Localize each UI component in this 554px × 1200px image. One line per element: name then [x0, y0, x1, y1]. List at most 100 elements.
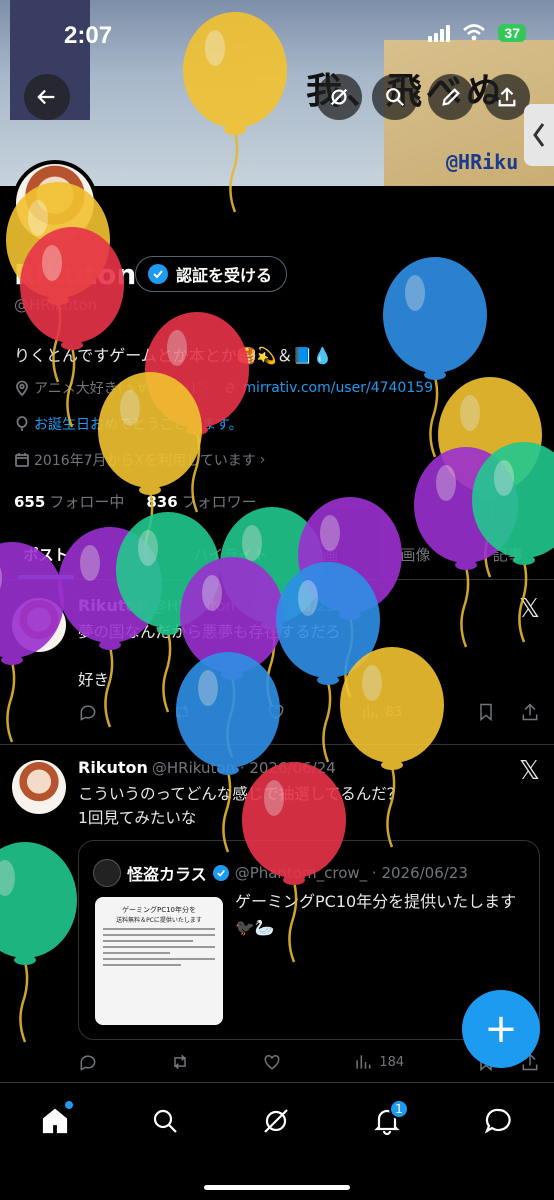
- post-avatar[interactable]: [12, 598, 66, 652]
- verified-badge-icon: [212, 865, 229, 881]
- views-button[interactable]: 184: [353, 1052, 404, 1072]
- post-meta: @HRikuton · 2026/06/25: [151, 597, 336, 615]
- following-label: フォロー中: [49, 493, 125, 511]
- follow-stats: 655 フォロー中 836 フォロワー: [14, 491, 257, 512]
- edit-button[interactable]: [428, 74, 474, 120]
- chevron-left-icon: [533, 123, 545, 147]
- post-actions: 83: [78, 702, 540, 722]
- status-time: 2:07: [64, 22, 113, 49]
- balloon: [340, 647, 444, 848]
- tab-replies[interactable]: 返信: [92, 530, 184, 579]
- quote-image-title: ゲーミングPC10年分を: [121, 906, 197, 914]
- post-text-line1: 夢の国なんだから悪夢も存在するだろ: [78, 623, 341, 641]
- verify-label: 認証を受ける: [176, 266, 273, 285]
- reply-button[interactable]: [78, 1052, 98, 1072]
- calendar-icon: [15, 453, 29, 467]
- quote-text: ゲーミングPC10年分を提供いたします🐦‍⬛🦢: [235, 892, 517, 937]
- views-button[interactable]: 83: [360, 702, 403, 722]
- new-posts-dot: [65, 1101, 73, 1109]
- profile-tabs: ポスト 返信 ハイライト 動画 画像 記事: [0, 530, 554, 580]
- nav-home[interactable]: [33, 1099, 77, 1143]
- search-button[interactable]: [372, 74, 418, 120]
- quote-header: 怪盗カラス @Phantom_crow_ · 2026/06/23: [93, 859, 468, 887]
- chart-icon: [362, 705, 377, 719]
- joined-row[interactable]: 2016年7月からXを利用しています ›: [14, 450, 265, 470]
- following-count: 655: [14, 493, 46, 511]
- grok-button[interactable]: [316, 74, 362, 120]
- post-author[interactable]: Rikuton: [78, 596, 148, 615]
- location-icon: [16, 380, 28, 396]
- wifi-icon: [463, 24, 486, 41]
- reply-icon: [80, 705, 96, 721]
- tab-videos[interactable]: 動画: [277, 530, 369, 579]
- banner-handle: @HRiku: [446, 150, 519, 174]
- reply-icon: [80, 1055, 96, 1071]
- repost-icon: [174, 1054, 186, 1070]
- back-button[interactable]: [24, 74, 70, 120]
- post-divider: [0, 744, 554, 745]
- repost-icon: [176, 704, 188, 720]
- balloon: [383, 257, 487, 458]
- chat-bubble-icon: [484, 1108, 511, 1134]
- notification-badge: 1: [389, 1099, 409, 1119]
- post-text-line2: 好き: [78, 671, 110, 689]
- nav-grok[interactable]: [254, 1099, 298, 1143]
- balloon: [180, 557, 284, 758]
- followers-link[interactable]: 836 フォロワー: [146, 491, 256, 512]
- tab-articles[interactable]: 記事: [462, 530, 554, 579]
- quote-image-subtitle: 送料無料＆PCに提供いたします: [116, 917, 202, 924]
- nav-search[interactable]: [143, 1099, 187, 1143]
- views-count: 184: [379, 1054, 405, 1070]
- search-icon: [386, 88, 405, 107]
- bookmark-icon[interactable]: [476, 702, 496, 722]
- x-logo-icon[interactable]: 𝕏: [519, 756, 540, 786]
- profile-name: Rikuton: [14, 258, 137, 291]
- profile-website-link[interactable]: mirrativ.com/user/4740159: [242, 380, 433, 396]
- heart-icon: [268, 704, 284, 720]
- tab-images[interactable]: 画像: [369, 530, 461, 579]
- nav-notifications[interactable]: 1: [365, 1099, 409, 1143]
- quote-image[interactable]: ゲーミングPC10年分を 送料無料＆PCに提供いたします: [95, 897, 223, 1025]
- post-meta: @HRikuton · 2026/06/24: [151, 759, 336, 777]
- grok-icon: [264, 1109, 288, 1133]
- tab-posts[interactable]: ポスト: [0, 530, 92, 579]
- views-count: 83: [385, 704, 403, 720]
- share-icon: [498, 87, 516, 107]
- share-icon[interactable]: [520, 702, 540, 722]
- balloon: [0, 842, 77, 1043]
- followers-count: 836: [146, 493, 178, 511]
- verified-badge-icon: [148, 264, 168, 284]
- like-button[interactable]: [266, 702, 286, 722]
- repost-button[interactable]: [170, 1052, 190, 1072]
- side-panel-handle[interactable]: [524, 104, 554, 166]
- like-button[interactable]: [262, 1052, 282, 1072]
- arrow-left-icon: [37, 89, 55, 105]
- birthday-row: お誕生日おめでとうございます。: [14, 414, 243, 434]
- profile-avatar[interactable]: [12, 160, 98, 246]
- repost-button[interactable]: [172, 702, 192, 722]
- bottom-nav: 1: [0, 1082, 554, 1200]
- profile-location: アニメ大好き(ゝ∀･)(･ω･)♡: [34, 381, 209, 397]
- quote-avatar: [93, 859, 121, 887]
- signal-icon: [428, 24, 451, 42]
- profile-birthday[interactable]: お誕生日おめでとうございます。: [34, 414, 243, 434]
- post-text-line1: こういうのってどんな感じで抽選してるんだ？: [78, 785, 403, 803]
- following-link[interactable]: 655 フォロー中: [14, 491, 124, 512]
- post-author[interactable]: Rikuton: [78, 758, 148, 777]
- quote-meta: @Phantom_crow_ · 2026/06/23: [234, 864, 468, 882]
- nav-messages[interactable]: [476, 1099, 520, 1143]
- reply-button[interactable]: [78, 702, 98, 722]
- status-icons: 37: [428, 24, 526, 42]
- x-logo-icon[interactable]: 𝕏: [519, 594, 540, 624]
- verify-button[interactable]: 認証を受ける: [135, 256, 288, 292]
- post-avatar[interactable]: [12, 760, 66, 814]
- post-header: Rikuton @HRikuton · 2026/06/24: [78, 758, 336, 777]
- battery-indicator: 37: [498, 24, 526, 42]
- home-indicator: [204, 1185, 350, 1190]
- link-icon: [226, 382, 235, 394]
- profile-meta-row: アニメ大好き(ゝ∀･)(･ω･)♡ mirrativ.com/user/4740…: [14, 378, 433, 398]
- grok-icon: [330, 88, 348, 106]
- tab-highlights[interactable]: ハイライト: [185, 530, 277, 579]
- compose-button[interactable]: +: [462, 990, 540, 1068]
- followers-label: フォロワー: [181, 493, 257, 511]
